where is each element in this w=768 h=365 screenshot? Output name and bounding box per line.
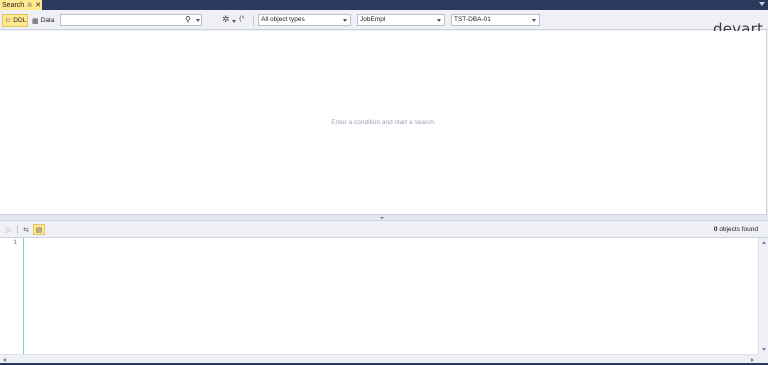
objects-found-label: objects found: [717, 226, 758, 233]
search-box[interactable]: ⚲: [60, 14, 202, 26]
chevron-down-icon: [437, 19, 441, 22]
empty-results-message: Enter a condition and start a search.: [0, 119, 767, 126]
match-case-icon[interactable]: (ʰ: [239, 15, 245, 23]
preview-toggle-button[interactable]: ▤: [33, 224, 45, 235]
search-window: Search ✇ ✕ ⚐ DDL ▦ Data ⚲ ✲ (ʰ All objec…: [0, 0, 768, 365]
database-select[interactable]: JobEmpl: [357, 14, 445, 26]
object-types-value: All object types: [261, 16, 305, 23]
chevron-down-icon: [532, 19, 536, 22]
search-toolbar: ⚐ DDL ▦ Data ⚲ ✲ (ʰ All object types Job…: [0, 10, 768, 38]
pin-icon[interactable]: ✇: [27, 2, 32, 9]
search-input[interactable]: [63, 15, 181, 25]
object-types-select[interactable]: All object types: [258, 14, 351, 26]
tab-search-label: Search: [2, 1, 25, 9]
preview-toolbar: ▷ ⇆ ▤ 0 objects found: [0, 221, 768, 238]
server-select[interactable]: TST-DBA-01: [451, 14, 540, 26]
data-toggle-button[interactable]: ▦ Data: [30, 14, 56, 27]
horizontal-scrollbar[interactable]: [0, 354, 758, 363]
ddl-label: DDL: [13, 17, 27, 24]
line-number: 1: [13, 239, 17, 246]
search-results-panel[interactable]: Enter a condition and start a search.: [0, 31, 767, 214]
line-number-gutter: 1: [0, 238, 24, 354]
settings-dropdown-icon[interactable]: [232, 20, 236, 23]
table-icon: ▦: [32, 17, 39, 25]
tab-search[interactable]: Search ✇ ✕: [0, 0, 42, 10]
code-preview-editor[interactable]: 1: [0, 238, 758, 354]
run-button[interactable]: ▷: [3, 224, 15, 235]
data-label: Data: [40, 17, 55, 24]
ddl-icon: ⚐: [5, 17, 12, 25]
scroll-down-icon[interactable]: [762, 348, 766, 351]
scroll-right-icon[interactable]: [751, 358, 754, 362]
scrollbar-corner: [758, 354, 768, 363]
search-history-dropdown-icon[interactable]: [196, 19, 200, 22]
toolbar-separator: [253, 15, 254, 26]
scroll-up-icon[interactable]: [762, 241, 766, 244]
document-tab-strip: Search ✇ ✕: [0, 0, 768, 10]
empty-results-text: Enter a condition and start a search.: [331, 119, 436, 126]
search-icon[interactable]: ⚲: [185, 15, 191, 24]
chevron-down-icon: [343, 19, 347, 22]
database-value: JobEmpl: [360, 16, 386, 23]
toolbar-separator: [17, 225, 18, 234]
close-icon[interactable]: ✕: [35, 1, 41, 9]
sync-navigate-button[interactable]: ⇆: [20, 224, 32, 235]
gear-icon[interactable]: ✲: [222, 15, 230, 24]
collapse-arrow-icon[interactable]: [380, 217, 384, 219]
panel-splitter[interactable]: [0, 214, 768, 221]
objects-found-status: 0 objects found: [714, 226, 758, 233]
scroll-left-icon[interactable]: [3, 358, 6, 362]
ddl-toggle-button[interactable]: ⚐ DDL: [2, 14, 28, 27]
tab-list-dropdown-icon[interactable]: [759, 2, 765, 6]
server-value: TST-DBA-01: [454, 16, 491, 23]
vertical-scrollbar[interactable]: [758, 238, 768, 354]
